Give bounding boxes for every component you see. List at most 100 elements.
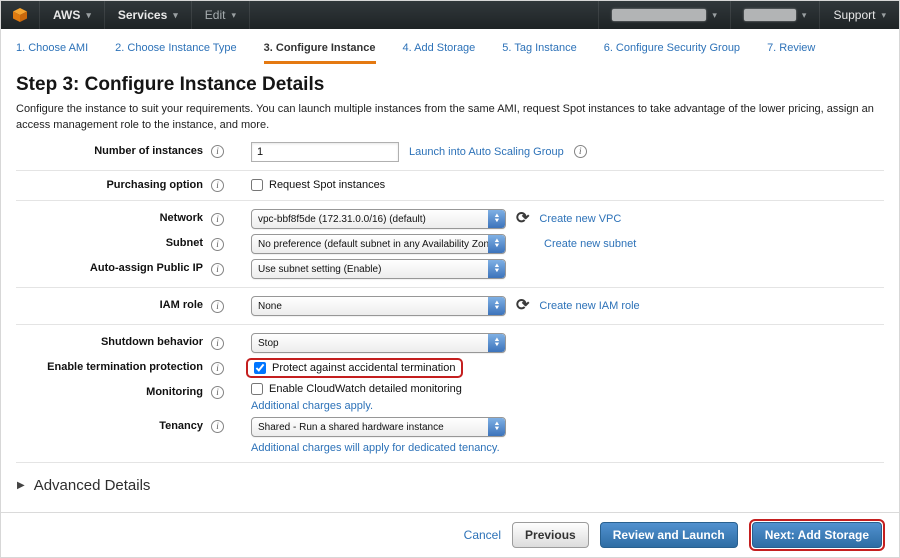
shutdown-behavior-select[interactable]: Stop ▲ ▼ xyxy=(251,333,506,354)
wizard-footer: Cancel Previous Review and Launch Next: … xyxy=(1,512,899,557)
create-new-vpc-link[interactable]: Create new VPC xyxy=(539,213,621,225)
aws-cube-icon xyxy=(13,8,27,22)
iam-role-select[interactable]: None ▲ ▼ xyxy=(251,296,506,317)
select-arrows-icon: ▲ ▼ xyxy=(488,418,505,437)
request-spot-instances-checkbox[interactable] xyxy=(251,179,263,192)
purchasing-option-label: Purchasing option xyxy=(106,178,203,191)
caret-down-icon: ▾ xyxy=(86,9,91,20)
main-content: Step 3: Configure Instance Details Confi… xyxy=(1,64,899,494)
auto-scaling-group-link[interactable]: Launch into Auto Scaling Group xyxy=(409,146,564,158)
info-icon[interactable]: i xyxy=(211,237,224,251)
number-of-instances-label: Number of instances xyxy=(94,145,203,158)
select-arrows-icon: ▲ ▼ xyxy=(488,260,505,279)
caret-down-icon: ▾ xyxy=(231,9,237,20)
info-icon[interactable]: i xyxy=(211,262,224,276)
ec2-launch-wizard-page: AWS ▾ Services ▾ Edit ▾ ▾ ▾ Support ▾ 1.… xyxy=(0,0,900,558)
network-label: Network xyxy=(159,212,203,225)
nav-services-menu[interactable]: Services ▾ xyxy=(105,1,192,29)
page-title: Step 3: Configure Instance Details xyxy=(16,74,325,95)
row-auto-assign-public-ip: Auto-assign Public IP i Use subnet setti… xyxy=(16,259,884,280)
request-spot-instances-label: Request Spot instances xyxy=(269,179,386,192)
redacted-account-name xyxy=(612,9,707,21)
refresh-icon[interactable]: ⟳ xyxy=(516,298,529,314)
monitoring-label: Monitoring xyxy=(146,386,203,399)
nav-support-menu[interactable]: Support ▾ xyxy=(819,1,899,29)
info-icon[interactable]: i xyxy=(573,145,587,159)
nav-aws-menu[interactable]: AWS ▾ xyxy=(40,1,105,29)
next-add-storage-button[interactable]: Next: Add Storage xyxy=(751,522,882,548)
aws-logo[interactable] xyxy=(1,1,40,29)
review-and-launch-button[interactable]: Review and Launch xyxy=(599,522,738,548)
triangle-right-icon: ▶ xyxy=(17,480,25,492)
nav-aws-label: AWS xyxy=(53,8,81,22)
number-of-instances-input[interactable] xyxy=(251,141,399,162)
divider xyxy=(16,287,884,289)
previous-button[interactable]: Previous xyxy=(512,522,589,548)
tab-choose-instance-type[interactable]: 2. Choose Instance Type xyxy=(115,42,237,64)
row-shutdown-behavior: Shutdown behavior i Stop ▲ ▼ xyxy=(16,333,884,354)
page-description: Configure the instance to suit your requ… xyxy=(16,103,874,131)
advanced-details-toggle[interactable]: ▶ Advanced Details xyxy=(17,477,884,494)
termination-protection-label: Enable termination protection xyxy=(47,361,203,374)
nav-edit-menu[interactable]: Edit ▾ xyxy=(192,1,251,29)
network-select[interactable]: vpc-bbf8f5de (172.31.0.0/16) (default) ▲… xyxy=(251,209,506,230)
advanced-details-label: Advanced Details xyxy=(33,477,151,495)
redacted-region-name xyxy=(743,9,796,21)
tenancy-select[interactable]: Shared - Run a shared hardware instance … xyxy=(251,417,506,438)
wizard-step-tabs: 1. Choose AMI 2. Choose Instance Type 3.… xyxy=(1,29,899,64)
caret-down-icon: ▾ xyxy=(173,9,178,20)
create-new-subnet-link[interactable]: Create new subnet xyxy=(544,238,636,250)
tenancy-label: Tenancy xyxy=(159,420,203,433)
create-new-iam-role-link[interactable]: Create new IAM role xyxy=(539,300,639,312)
iam-role-label: IAM role xyxy=(159,299,203,312)
divider xyxy=(16,200,884,202)
nav-edit-label: Edit xyxy=(204,8,226,22)
tab-choose-ami[interactable]: 1. Choose AMI xyxy=(16,42,88,64)
cloudwatch-monitoring-label: Enable CloudWatch detailed monitoring xyxy=(269,383,462,396)
info-icon[interactable]: i xyxy=(211,420,224,434)
nav-services-label: Services xyxy=(117,8,168,22)
top-nav: AWS ▾ Services ▾ Edit ▾ ▾ ▾ Support ▾ xyxy=(1,1,899,29)
tab-configure-security-group[interactable]: 6. Configure Security Group xyxy=(604,42,740,64)
auto-assign-public-ip-select[interactable]: Use subnet setting (Enable) ▲ ▼ xyxy=(251,259,506,280)
tab-configure-instance[interactable]: 3. Configure Instance xyxy=(263,42,376,64)
tab-add-storage[interactable]: 4. Add Storage xyxy=(403,42,476,64)
termination-protection-checkbox-label: Protect against accidental termination xyxy=(272,362,456,375)
row-tenancy: Tenancy i Shared - Run a shared hardware… xyxy=(16,417,884,454)
caret-down-icon: ▾ xyxy=(881,9,886,20)
subnet-select[interactable]: No preference (default subnet in any Ava… xyxy=(251,234,506,255)
nav-region-menu-redacted[interactable]: ▾ xyxy=(729,1,820,29)
select-arrows-icon: ▲ ▼ xyxy=(488,235,505,254)
nav-account-menu-redacted[interactable]: ▾ xyxy=(598,1,730,29)
subnet-label: Subnet xyxy=(165,237,203,250)
select-arrows-icon: ▲ ▼ xyxy=(488,334,505,353)
row-number-of-instances: Number of instances i Launch into Auto S… xyxy=(16,141,884,162)
info-icon[interactable]: i xyxy=(211,299,224,313)
info-icon[interactable]: i xyxy=(211,336,224,350)
refresh-icon[interactable]: ⟳ xyxy=(516,211,529,227)
info-icon[interactable]: i xyxy=(211,145,224,159)
caret-down-icon: ▾ xyxy=(801,9,807,20)
caret-down-icon: ▾ xyxy=(712,9,717,20)
monitoring-additional-charges-link[interactable]: Additional charges apply. xyxy=(251,400,373,412)
divider xyxy=(16,462,884,464)
termination-protection-checkbox[interactable] xyxy=(254,362,266,375)
row-termination-protection: Enable termination protection i Protect … xyxy=(16,358,884,379)
info-icon[interactable]: i xyxy=(211,386,224,400)
row-purchasing-option: Purchasing option i Request Spot instanc… xyxy=(16,179,884,192)
row-network: Network i vpc-bbf8f5de (172.31.0.0/16) (… xyxy=(16,209,884,230)
row-iam-role: IAM role i None ▲ ▼ ⟳ Create new IAM rol… xyxy=(16,296,884,317)
auto-assign-public-ip-label: Auto-assign Public IP xyxy=(89,262,203,275)
tenancy-additional-charges-link[interactable]: Additional charges will apply for dedica… xyxy=(251,442,500,454)
tab-tag-instance[interactable]: 5. Tag Instance xyxy=(502,42,576,64)
info-icon[interactable]: i xyxy=(211,178,224,192)
divider xyxy=(16,169,884,171)
cloudwatch-monitoring-checkbox[interactable] xyxy=(251,383,263,396)
cancel-link[interactable]: Cancel xyxy=(464,528,501,542)
tab-review[interactable]: 7. Review xyxy=(767,42,815,64)
termination-protection-highlight: Protect against accidental termination xyxy=(246,358,464,379)
select-arrows-icon: ▲ ▼ xyxy=(488,297,505,316)
info-icon[interactable]: i xyxy=(211,361,224,375)
info-icon[interactable]: i xyxy=(211,212,224,226)
